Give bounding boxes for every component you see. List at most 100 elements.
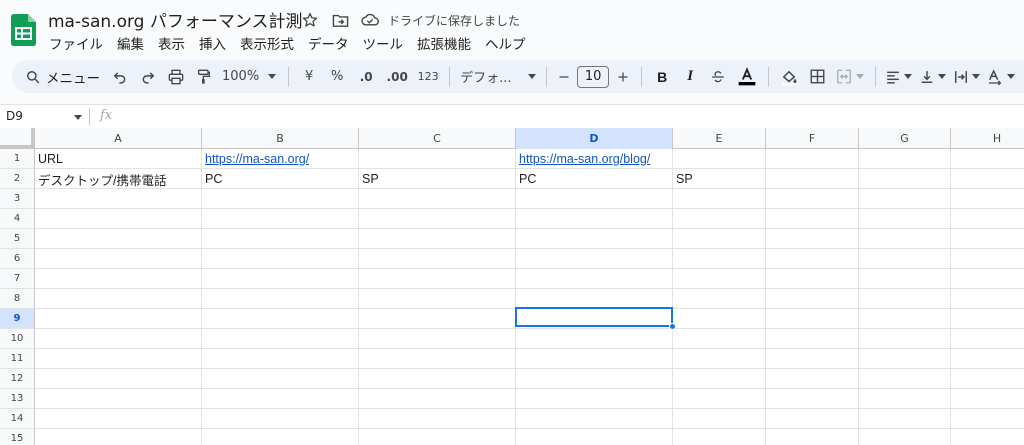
strikethrough-icon[interactable] bbox=[704, 65, 732, 89]
redo-icon[interactable] bbox=[134, 65, 162, 89]
row-header-6[interactable]: 6 bbox=[0, 249, 35, 269]
cell-b1[interactable]: https://ma-san.org/ bbox=[202, 149, 358, 169]
horizontal-align-icon[interactable] bbox=[882, 65, 916, 89]
column-header-a[interactable]: A bbox=[35, 128, 202, 149]
toolbar-divider bbox=[449, 66, 451, 87]
font-size-decrease-button[interactable] bbox=[553, 65, 575, 89]
column-header-g[interactable]: G bbox=[859, 128, 951, 149]
cell-e2[interactable]: SP bbox=[673, 169, 765, 189]
formula-bar: D9 fx bbox=[0, 104, 1024, 128]
column-header-d[interactable]: D bbox=[516, 128, 673, 149]
row-header-11[interactable]: 11 bbox=[0, 349, 35, 369]
move-folder-icon[interactable] bbox=[330, 10, 350, 30]
column-header-b[interactable]: B bbox=[202, 128, 359, 149]
fill-color-icon[interactable] bbox=[775, 65, 803, 89]
text-wrapping-icon[interactable] bbox=[950, 65, 984, 89]
menu-format[interactable]: 表示形式 bbox=[240, 33, 301, 53]
percent-format-button[interactable]: % bbox=[323, 65, 351, 89]
fill-handle[interactable] bbox=[669, 323, 676, 330]
cell-b1-link[interactable]: https://ma-san.org/ bbox=[205, 152, 309, 166]
menu-insert[interactable]: 挿入 bbox=[199, 33, 233, 53]
search-menus-button[interactable]: メニュー bbox=[20, 65, 106, 89]
menu-help[interactable]: ヘルプ bbox=[485, 33, 533, 53]
row-header-3[interactable]: 3 bbox=[0, 189, 35, 209]
formula-input[interactable] bbox=[124, 105, 1024, 128]
menu-edit[interactable]: 編集 bbox=[117, 33, 151, 53]
chevron-down-icon bbox=[268, 74, 277, 79]
menu-tools[interactable]: ツール bbox=[363, 33, 411, 53]
merge-cells-icon[interactable] bbox=[831, 65, 869, 89]
cell-c2[interactable]: SP bbox=[359, 169, 515, 189]
row-header-1[interactable]: 1 bbox=[0, 149, 35, 169]
row-header-14[interactable]: 14 bbox=[0, 409, 35, 429]
star-icon[interactable] bbox=[300, 10, 320, 30]
column-header-f[interactable]: F bbox=[766, 128, 859, 149]
chevron-down-icon bbox=[1007, 74, 1016, 79]
cell-a2[interactable]: デスクトップ/携帯電話 bbox=[35, 169, 201, 189]
italic-icon[interactable]: I bbox=[676, 65, 704, 89]
grid-divider bbox=[35, 208, 1024, 209]
grid-divider bbox=[858, 149, 859, 445]
font-size-input[interactable]: 10 bbox=[575, 65, 611, 89]
row-header-15[interactable]: 15 bbox=[0, 429, 35, 445]
grid-divider bbox=[35, 368, 1024, 369]
grid-divider bbox=[35, 268, 1024, 269]
row-header-2[interactable]: 2 bbox=[0, 169, 35, 189]
font-size-increase-button[interactable] bbox=[611, 65, 635, 89]
name-box[interactable]: D9 bbox=[6, 109, 23, 123]
spreadsheet-app: ma-san.org パフォーマンス計測 ドライブに保存しました ファイル 編集… bbox=[0, 0, 1024, 445]
row-header-5[interactable]: 5 bbox=[0, 229, 35, 249]
row-header-8[interactable]: 8 bbox=[0, 289, 35, 309]
document-title[interactable]: ma-san.org パフォーマンス計測 bbox=[48, 7, 303, 32]
borders-icon[interactable] bbox=[803, 65, 831, 89]
sheet-grid[interactable]: A B C D E F G H 1 2 3 4 5 6 7 8 9 10 11 … bbox=[0, 128, 1024, 445]
cell-d2[interactable]: PC bbox=[516, 169, 672, 189]
menu-view[interactable]: 表示 bbox=[158, 33, 192, 53]
undo-icon[interactable] bbox=[106, 65, 134, 89]
sheets-logo-icon[interactable] bbox=[11, 14, 36, 46]
menu-extensions[interactable]: 拡張機能 bbox=[417, 33, 478, 53]
row-header-13[interactable]: 13 bbox=[0, 389, 35, 409]
cell-b2[interactable]: PC bbox=[202, 169, 358, 189]
text-color-icon[interactable] bbox=[732, 65, 762, 89]
active-cell-selection[interactable] bbox=[515, 307, 673, 327]
decrease-decimal-button[interactable]: .0 bbox=[351, 65, 381, 89]
grid-divider bbox=[35, 288, 1024, 289]
cell-a1[interactable]: URL bbox=[35, 149, 201, 169]
menubar: ファイル 編集 表示 挿入 表示形式 データ ツール 拡張機能 ヘルプ bbox=[49, 33, 540, 53]
cloud-saved-icon[interactable] bbox=[360, 10, 380, 30]
chevron-down-icon bbox=[904, 74, 913, 79]
decrease-decimal-label: .0 bbox=[359, 69, 373, 84]
increase-decimal-button[interactable]: .00 bbox=[381, 65, 413, 89]
paint-format-icon[interactable] bbox=[190, 65, 218, 89]
chevron-down-icon bbox=[972, 74, 981, 79]
row-header-7[interactable]: 7 bbox=[0, 269, 35, 289]
number-format-button[interactable]: 123 bbox=[413, 65, 443, 89]
menu-file[interactable]: ファイル bbox=[49, 33, 110, 53]
currency-format-button[interactable]: ¥ bbox=[295, 65, 323, 89]
menu-data[interactable]: データ bbox=[308, 33, 356, 53]
column-header-e[interactable]: E bbox=[673, 128, 766, 149]
print-icon[interactable] bbox=[162, 65, 190, 89]
column-header-h[interactable]: H bbox=[951, 128, 1024, 149]
bold-icon[interactable]: B bbox=[648, 65, 676, 89]
row-header-9[interactable]: 9 bbox=[0, 309, 35, 329]
zoom-select[interactable]: 100% bbox=[218, 65, 282, 89]
cell-d1-link[interactable]: https://ma-san.org/blog/ bbox=[519, 152, 650, 166]
text-rotation-icon[interactable] bbox=[984, 65, 1018, 89]
font-family-select[interactable]: デフォ... bbox=[456, 65, 540, 89]
row-header-12[interactable]: 12 bbox=[0, 369, 35, 389]
row-header-4[interactable]: 4 bbox=[0, 209, 35, 229]
toolbar-divider bbox=[641, 66, 643, 87]
grid-divider bbox=[358, 149, 359, 445]
search-menus-label: メニュー bbox=[46, 70, 100, 87]
grid-divider bbox=[765, 149, 766, 445]
column-header-c[interactable]: C bbox=[359, 128, 516, 149]
cell-d1[interactable]: https://ma-san.org/blog/ bbox=[516, 149, 672, 169]
chevron-down-icon[interactable] bbox=[74, 115, 82, 120]
toolbar-divider bbox=[546, 66, 548, 87]
title-actions: ドライブに保存しました bbox=[300, 10, 520, 30]
vertical-align-icon[interactable] bbox=[916, 65, 950, 89]
row-header-10[interactable]: 10 bbox=[0, 329, 35, 349]
select-all-corner[interactable] bbox=[0, 128, 35, 149]
